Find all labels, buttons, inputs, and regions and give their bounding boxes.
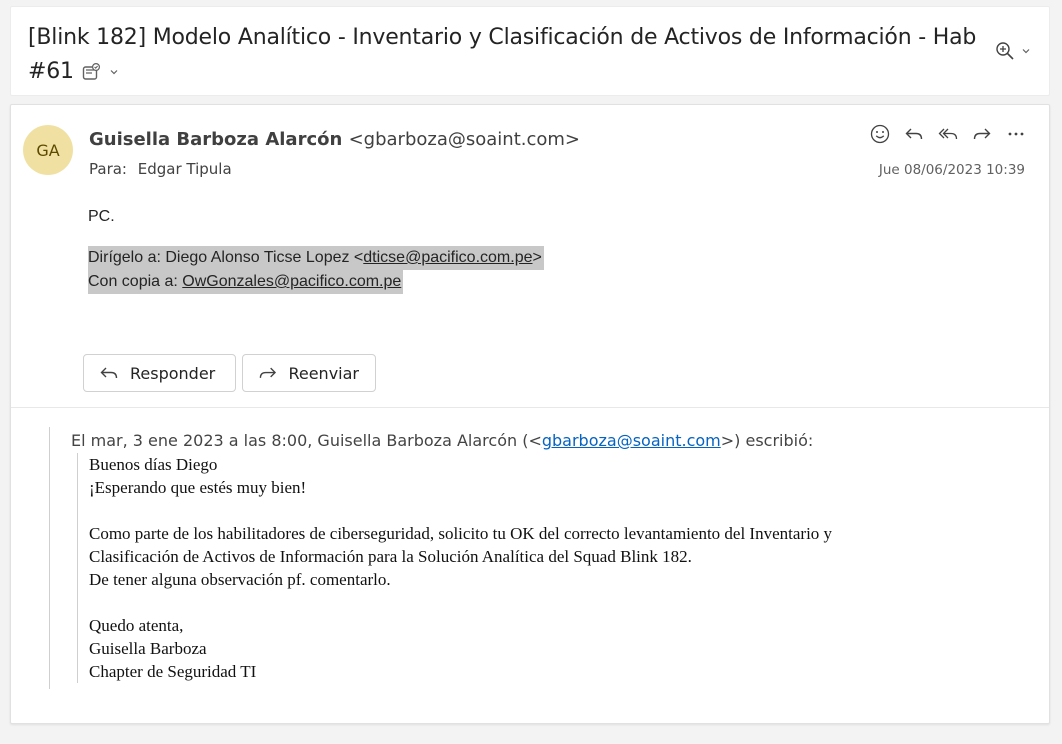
forward-button-label: Reenviar <box>288 363 359 383</box>
chevron-down-icon[interactable] <box>109 67 119 77</box>
subject-text: [Blink 182] Modelo Analítico - Inventari… <box>28 25 977 84</box>
divider <box>11 407 1049 408</box>
quote-line: Como parte de los habilitadores de ciber… <box>89 524 833 543</box>
direct-to-text: Dirígelo a: Diego Alonso Ticse Lopez < <box>88 249 364 266</box>
quote-line: Clasificación de Activos de Información … <box>89 547 692 566</box>
quote-header-text: El mar, 3 ene 2023 a las 8:00, Guisella … <box>71 431 542 450</box>
reply-button-label: Responder <box>130 363 216 383</box>
quoted-message: El mar, 3 ene 2023 a las 8:00, Guisella … <box>49 427 1031 689</box>
message-date: Jue 08/06/2023 10:39 <box>878 162 1025 178</box>
to-line: Para: Edgar Tipula <box>89 160 232 178</box>
quote-header-suffix: >) escribió: <box>720 431 814 450</box>
direct-to-suffix: > <box>532 249 542 266</box>
chevron-down-icon <box>1022 49 1030 54</box>
direct-to-line: Dirígelo a: Diego Alonso Ticse Lopez <dt… <box>88 246 544 270</box>
quote-blank-line <box>89 591 1031 614</box>
tag-icon[interactable] <box>81 62 101 82</box>
reply-icon <box>100 367 118 379</box>
forward-button[interactable]: Reenviar <box>242 354 376 392</box>
quote-blank-line <box>89 499 1031 522</box>
zoom-icon <box>996 42 1014 60</box>
quote-line: Guisella Barboza <box>89 639 207 658</box>
to-label: Para: <box>89 160 127 178</box>
quote-line: Chapter de Seguridad TI <box>89 662 257 681</box>
subject-bar: [Blink 182] Modelo Analítico - Inventari… <box>10 6 1050 96</box>
quote-email-link[interactable]: gbarboza@soaint.com <box>542 431 721 450</box>
avatar[interactable]: GA <box>23 125 73 175</box>
cc-email-link[interactable]: OwGonzales@pacifico.com.pe <box>182 273 401 290</box>
subject-title: [Blink 182] Modelo Analítico - Inventari… <box>28 21 978 89</box>
quote-line: Buenos días Diego <box>89 455 218 474</box>
sender[interactable]: Guisella Barboza Alarcón <gbarboza@soain… <box>89 129 580 150</box>
quote-header: El mar, 3 ene 2023 a las 8:00, Guisella … <box>71 429 1031 453</box>
more-icon[interactable] <box>1005 123 1027 145</box>
sender-email: <gbarboza@soaint.com> <box>348 129 580 150</box>
direct-to-email-link[interactable]: dticse@pacifico.com.pe <box>363 249 532 266</box>
reply-icon[interactable] <box>903 123 925 145</box>
quote-line: Quedo atenta, <box>89 616 184 635</box>
to-recipient[interactable]: Edgar Tipula <box>138 160 232 178</box>
message-body: PC. Dirígelo a: Diego Alonso Ticse Lopez… <box>88 208 544 294</box>
quote-body: Buenos días Diego ¡Esperando que estés m… <box>77 453 1031 683</box>
sender-name: Guisella Barboza Alarcón <box>89 129 343 150</box>
emoji-icon[interactable] <box>869 123 891 145</box>
cc-line: Con copia a: OwGonzales@pacifico.com.pe <box>88 270 404 294</box>
quote-line: ¡Esperando que estés muy bien! <box>89 478 307 497</box>
quote-line: De tener alguna observación pf. comentar… <box>89 570 391 589</box>
message-actions <box>869 123 1027 145</box>
forward-icon[interactable] <box>971 123 993 145</box>
reply-forward-buttons: Responder Reenviar <box>83 354 376 392</box>
cc-text: Con copia a: <box>88 273 183 290</box>
message-card: GA Guisella Barboza Alarcón <gbarboza@so… <box>10 104 1050 724</box>
zoom-button[interactable] <box>995 41 1031 61</box>
reply-all-icon[interactable] <box>937 123 959 145</box>
reply-button[interactable]: Responder <box>83 354 236 392</box>
forward-icon <box>259 367 277 378</box>
body-pc: PC. <box>88 208 115 225</box>
